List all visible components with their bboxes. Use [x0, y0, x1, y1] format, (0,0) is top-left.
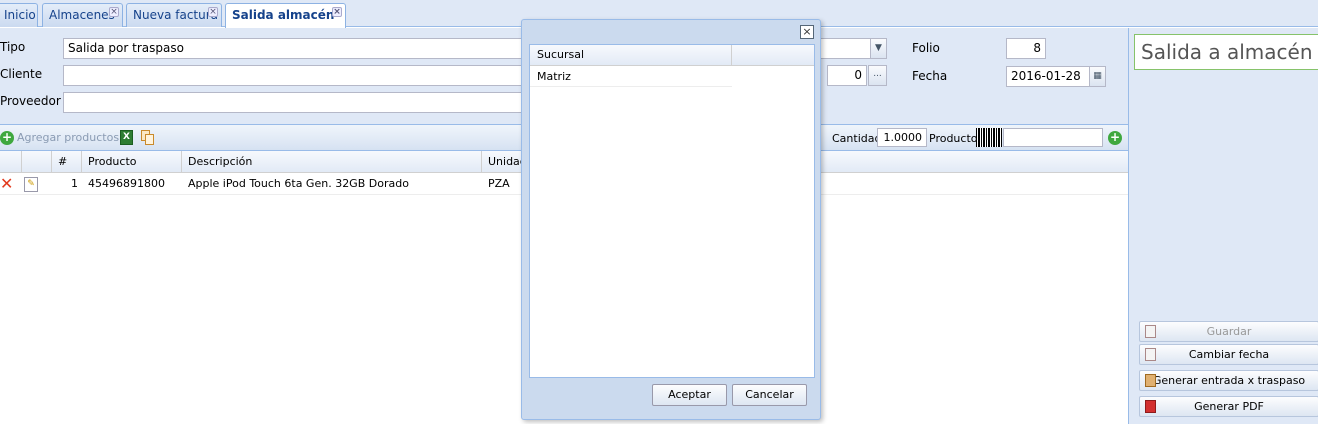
col-header-num[interactable]: # [52, 151, 82, 173]
cambiar-fecha-label: Cambiar fecha [1188, 348, 1270, 361]
delete-icon[interactable]: ✕ [0, 173, 13, 195]
folio-label: Folio [912, 41, 940, 55]
row-num: 1 [71, 177, 78, 190]
producto-field[interactable] [1003, 128, 1103, 147]
fecha-field[interactable]: 2016-01-28 [1006, 66, 1090, 87]
document-title: Salida a almacén [1134, 34, 1318, 70]
col-header-sucursal[interactable]: Sucursal [530, 45, 732, 65]
generar-pdf-label: Generar PDF [1194, 400, 1264, 413]
generar-pdf-button[interactable]: Generar PDF [1139, 396, 1318, 417]
tab-inicio[interactable]: Inicio [0, 3, 38, 27]
list-item[interactable]: Matriz [530, 66, 732, 87]
pdf-icon [1145, 400, 1156, 413]
cliente-number-field[interactable]: 0 [827, 65, 867, 86]
cantidad-field[interactable]: 1.0000 [877, 128, 927, 147]
col-header-descripcion[interactable]: Descripción [182, 151, 482, 173]
guardar-button[interactable]: Guardar [1139, 321, 1318, 342]
add-product-icon[interactable]: + [1108, 131, 1122, 145]
cancelar-button[interactable]: Cancelar [732, 384, 807, 406]
sucursal-grid: Sucursal Matriz [529, 44, 815, 378]
barcode-icon [976, 128, 1002, 147]
col-edit [22, 151, 52, 173]
producto-label: Producto [929, 132, 978, 145]
copy-icon[interactable] [141, 130, 155, 145]
aceptar-button[interactable]: Aceptar [652, 384, 727, 406]
tab-almacenes[interactable]: Almacenes × [42, 3, 123, 27]
cliente-label: Cliente [0, 67, 43, 81]
save-icon [1145, 325, 1156, 338]
save-icon [1145, 348, 1156, 361]
ellipsis-button[interactable]: ... [868, 65, 887, 86]
guardar-label: Guardar [1206, 325, 1252, 338]
add-icon[interactable]: + [0, 131, 14, 145]
cantidad-label: Cantidad [832, 132, 882, 145]
folio-field[interactable]: 8 [1006, 38, 1046, 59]
chevron-down-icon[interactable]: ▼ [870, 38, 887, 59]
excel-icon[interactable]: X [120, 130, 133, 145]
tipo-label: Tipo [0, 40, 26, 54]
col-delete [0, 151, 22, 173]
warehouse-icon [1145, 374, 1156, 387]
tab-label: Inicio [4, 8, 36, 22]
fecha-label: Fecha [912, 69, 948, 83]
sucursal-dialog: × Sucursal Matriz Aceptar Cancelar [521, 19, 821, 420]
tab-salida-almacen[interactable]: Salida almacén 8 × [225, 3, 346, 44]
cambiar-fecha-button[interactable]: Cambiar fecha [1139, 344, 1318, 365]
proveedor-field[interactable] [63, 92, 523, 113]
close-icon[interactable]: × [800, 25, 814, 39]
row-descripcion: Apple iPod Touch 6ta Gen. 32GB Dorado [188, 177, 409, 190]
edit-icon[interactable]: ✎ [24, 177, 38, 192]
generar-entrada-label: Generar entrada x traspaso [1152, 374, 1306, 387]
generar-entrada-button[interactable]: Generar entrada x traspaso [1139, 370, 1318, 391]
col-header-producto[interactable]: Producto [82, 151, 182, 173]
sucursal-name: Matriz [537, 70, 571, 83]
add-products-button[interactable]: Agregar productos [17, 131, 119, 144]
cliente-field[interactable] [63, 65, 523, 86]
right-panel: Salida a almacén Guardar Cambiar fecha G… [1128, 28, 1318, 424]
tab-label: Nueva factura [133, 8, 219, 22]
close-tab-icon[interactable]: × [332, 7, 342, 17]
row-producto: 45496891800 [88, 177, 165, 190]
tab-label: Almacenes [49, 8, 115, 22]
row-unidad: PZA [488, 177, 510, 190]
calendar-icon[interactable]: ▦ [1089, 66, 1106, 87]
close-tab-icon[interactable]: × [208, 7, 218, 17]
sucursal-grid-header: Sucursal [530, 45, 814, 66]
proveedor-label: Proveedor [0, 94, 61, 108]
close-tab-icon[interactable]: × [109, 7, 119, 17]
tab-nueva-factura[interactable]: Nueva factura × [126, 3, 222, 27]
